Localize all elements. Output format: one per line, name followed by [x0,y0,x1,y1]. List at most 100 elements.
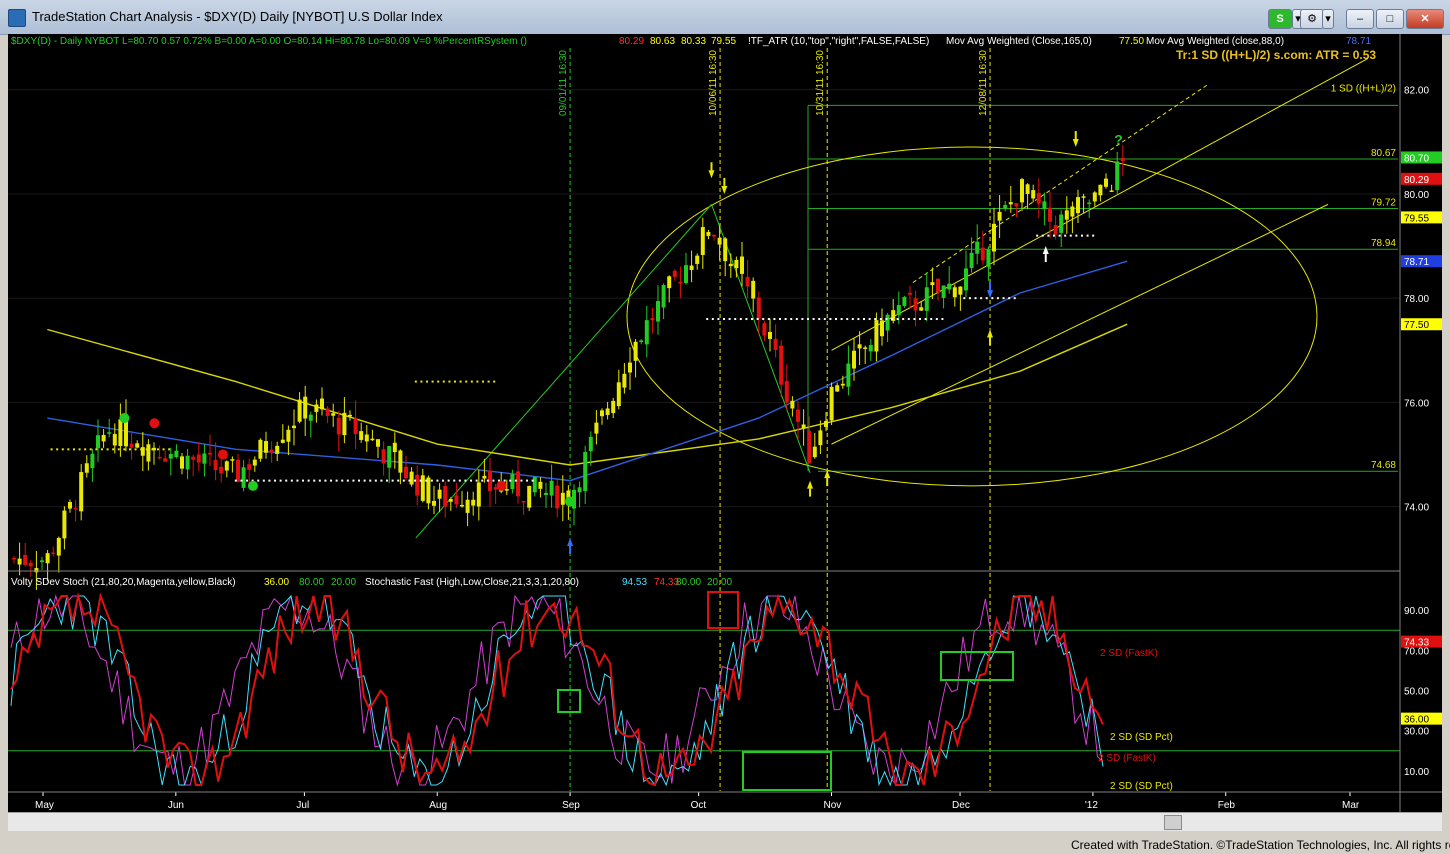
stop-dot [509,479,512,482]
candle-body [717,237,722,245]
candle-body [28,562,33,567]
candle-body [269,449,274,453]
stop-dot [779,318,782,321]
chart-window[interactable]: $DXY(D) - Daily NYBOT L=80.70 0.57 0.72%… [8,34,1442,830]
candle-body [969,252,974,268]
stop-dot [386,479,389,482]
candle-body [415,474,420,496]
candle-body [1059,214,1064,233]
stop-dot [442,479,445,482]
stop-dot [358,479,361,482]
maximize-button[interactable]: □ [1376,9,1404,29]
chart-canvas[interactable]: $DXY(D) - Daily NYBOT L=80.70 0.57 0.72%… [8,34,1442,812]
candle-body [644,320,649,345]
stop-dot [756,318,759,321]
candle-body [286,429,291,442]
stop-dot [268,479,271,482]
candle-body [1053,225,1058,235]
candle-body [1020,179,1024,203]
candle-body [964,268,968,291]
candle-body [236,459,240,482]
stop-dot [1052,234,1055,237]
candle-body [600,410,604,417]
stop-dot [78,448,81,451]
candle-body [112,434,117,446]
stop-dot [341,479,344,482]
stop-dot [924,318,927,321]
stop-dot [874,318,877,321]
stop-dot [996,297,999,300]
stop-dot [56,448,59,451]
candle-body [1003,204,1008,209]
date-marker-label: 10/31/11 16:30 [815,50,826,116]
stoch-fast-header: Stochastic Fast (High,Low,Close,21,3,3,1… [365,577,579,588]
candle-body [275,445,280,454]
date-marker-label: 12/08/11 16:30 [978,50,989,116]
candle-body [353,418,358,435]
x-axis-label: '12 [1085,800,1098,811]
stop-dot [717,318,720,321]
candle-body [605,408,610,415]
candle-body [381,449,386,464]
sd-annotation: 2 SD (FastK) [1100,648,1158,659]
stop-dot [1013,297,1016,300]
candle-body [45,553,50,564]
stop-dot [1080,234,1083,237]
stop-dot [274,479,277,482]
candle-body [359,431,364,440]
settings-gear-icon[interactable]: ⚙ [1300,9,1324,29]
candle-body [465,499,470,513]
candle-body [588,436,593,452]
strategy-s-button[interactable]: S [1268,9,1292,29]
candle-body [538,481,543,489]
candle-body [790,400,795,409]
horizontal-scrollbar[interactable] [8,812,1442,831]
candle-body [622,373,627,388]
stop-dot [454,380,457,383]
x-axis-label: Jun [168,800,184,811]
stop-dot [352,479,355,482]
stop-dot [963,297,966,300]
candle-body [219,466,224,474]
volty-stoch-value: 36.00 [264,577,289,588]
atr-overlay-label: Tr:1 SD ((H+L)/2) s.com: ATR = 0.53 [1176,48,1376,62]
stop-dot [1058,234,1061,237]
price-badge-label: 80.70 [1404,153,1429,164]
candle-body [202,453,207,464]
candle-body [68,502,72,509]
stop-dot [476,380,479,383]
scrollbar-thumb[interactable] [1164,815,1182,830]
candle-body [510,474,515,490]
candle-body [1025,184,1030,194]
candle-body [34,568,39,573]
stop-dot [279,479,282,482]
stop-dot [425,479,428,482]
candle-body [672,270,677,277]
stop-dot [335,479,338,482]
stop-dot [374,479,377,482]
stop-dot [100,448,103,451]
candle-body [857,344,862,349]
stop-dot [514,479,517,482]
candle-body [437,489,442,499]
close-button[interactable]: ✕ [1406,9,1444,29]
candle-body [84,463,89,473]
signal-dot-icon [149,418,160,429]
candle-body [482,475,487,479]
candle-body [818,430,823,446]
candle-body [336,417,341,435]
candle-body [376,439,380,447]
stop-dot [930,318,933,321]
stoch-fast-upper: 80.00 [676,577,701,588]
stop-dot [493,380,496,383]
minimize-button[interactable]: – [1346,9,1374,29]
candle-body [398,450,403,473]
stop-dot [902,318,905,321]
candle-body [919,307,924,311]
settings-dropdown-icon[interactable]: ▾ [1322,9,1334,29]
candle-body [1070,206,1075,217]
stop-dot [711,318,714,321]
stop-dot [723,318,726,321]
candle-body [23,554,28,565]
title-bar: TradeStation Chart Analysis - $DXY(D) Da… [0,0,1450,35]
